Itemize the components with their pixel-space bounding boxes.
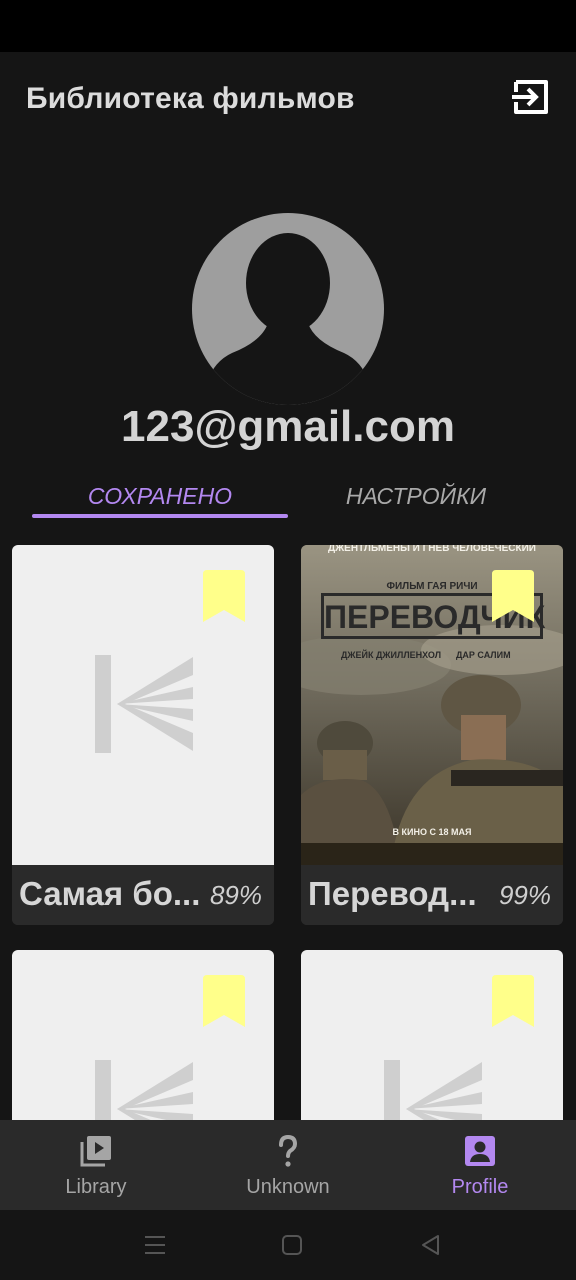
person-silhouette-icon [202,233,374,405]
bookmark-icon[interactable] [203,570,245,622]
movie-poster [12,545,274,865]
nav-item-unknown[interactable]: Unknown [192,1120,384,1210]
movie-card-footer: Перевод... 99% [301,865,563,925]
app-screen: Библиотека фильмов 123@gmail.com СОХРАНЕ… [0,52,576,1210]
poster-actor-2: ДАР САЛИМ [456,650,511,660]
tab-indicator [32,514,288,518]
account-box-icon [465,1136,495,1166]
nav-label: Unknown [246,1176,330,1198]
poster-actor-1: ДЖЕЙК ДЖИЛЛЕНХОЛ [341,650,442,660]
movie-card[interactable]: ДЖЕНТЛЬМЕНЫ И ГНЕВ ЧЕЛОВЕЧЕСКИЙ ФИЛЬМ ГА… [301,545,563,925]
app-title: Библиотека фильмов [26,82,355,115]
nav-label: Profile [451,1176,509,1198]
top-app-bar: Библиотека фильмов [0,52,576,144]
tab-saved[interactable]: СОХРАНЕНО [32,477,288,519]
poster-top-text: ДЖЕНТЛЬМЕНЫ И ГНЕВ ЧЕЛОВЕЧЕСКИЙ [328,545,536,554]
movie-rating: 89% [209,880,262,910]
menu-icon[interactable] [142,1232,168,1258]
nav-item-profile[interactable]: Profile [384,1120,576,1210]
bookmark-icon[interactable] [203,975,245,1027]
movie-card-footer: Самая бо... 89% [12,865,274,925]
poster-release: В КИНО С 18 МАЯ [392,827,472,837]
avatar[interactable] [192,213,384,405]
nav-label: Library [65,1176,127,1198]
kinopoisk-placeholder-icon [95,655,193,753]
bookmark-icon[interactable] [492,975,534,1027]
bottom-navigation: Library Unknown Profile [0,1120,576,1210]
back-icon[interactable] [418,1232,444,1258]
movie-title: Самая бо... [19,875,201,912]
tab-settings[interactable]: НАСТРОЙКИ [288,477,544,519]
logout-button[interactable] [508,74,554,120]
video-library-icon [80,1136,111,1167]
status-bar [0,0,576,52]
system-navigation-bar [0,1210,576,1280]
user-email: 123@gmail.com [121,402,455,451]
movie-rating: 99% [498,880,551,910]
question-mark-icon [279,1134,298,1167]
nav-item-library[interactable]: Library [0,1120,192,1210]
movie-title: Перевод... [308,875,477,912]
home-icon[interactable] [279,1232,305,1258]
logout-icon [512,80,548,114]
bookmark-icon[interactable] [492,570,534,622]
profile-tabs: СОХРАНЕНО НАСТРОЙКИ [32,477,544,519]
movie-poster: ДЖЕНТЛЬМЕНЫ И ГНЕВ ЧЕЛОВЕЧЕСКИЙ ФИЛЬМ ГА… [301,545,563,865]
movie-card[interactable]: Самая бо... 89% [12,545,274,925]
